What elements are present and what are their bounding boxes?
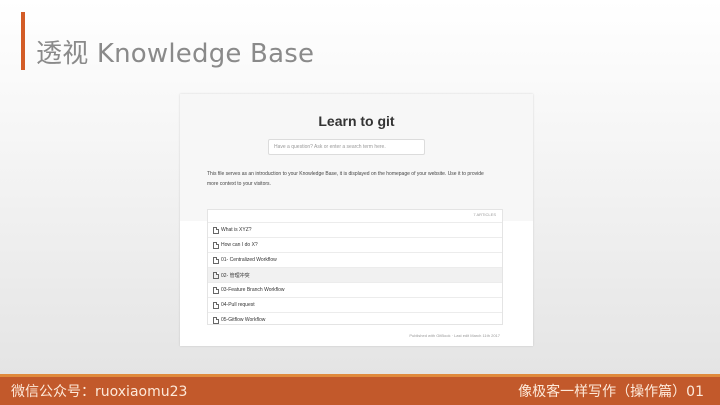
article-label: How can I do X? — [221, 242, 258, 248]
document-icon — [213, 226, 219, 234]
bottom-band: 微信公众号：ruoxiaomu23 像极客一样写作（操作篇）01 — [0, 374, 720, 405]
article-label: 05-Gitflow Workflow — [221, 317, 266, 323]
document-icon — [213, 271, 219, 279]
kb-title: Learn to git — [318, 113, 395, 129]
article-label: 03-Feature Branch Workflow — [221, 287, 285, 293]
knowledge-base-screenshot: Learn to git Have a question? Ask or ent… — [180, 94, 533, 346]
article-item[interactable]: What is XYZ? — [208, 222, 502, 237]
article-item[interactable]: 02- 管理冲突 — [208, 267, 502, 282]
intro-line-1: This file serves as an introduction to y… — [207, 171, 484, 177]
article-label: 01- Centralized Workflow — [221, 257, 277, 263]
document-icon — [213, 241, 219, 249]
article-item[interactable]: 05-Gitflow Workflow — [208, 312, 502, 327]
article-label: What is XYZ? — [221, 227, 252, 233]
articles-count: 7 ARTICLES — [473, 212, 496, 217]
article-item[interactable]: 04-Pull request — [208, 297, 502, 312]
document-icon — [213, 301, 219, 309]
articles-list: 7 ARTICLES What is XYZ? How can I do X? … — [207, 209, 503, 325]
article-label: 04-Pull request — [221, 302, 255, 308]
article-label: 02- 管理冲突 — [221, 272, 250, 279]
document-icon — [213, 256, 219, 264]
series-title-text: 像极客一样写作（操作篇）01 — [518, 384, 704, 400]
intro-line-2: more context to your visitors. — [207, 181, 271, 187]
document-icon — [213, 316, 219, 324]
title-accent-bar — [21, 12, 25, 70]
search-input[interactable]: Have a question? Ask or enter a search t… — [268, 139, 425, 155]
published-footer: Published with GitBook · Last edit March… — [409, 333, 500, 338]
article-item[interactable]: How can I do X? — [208, 237, 502, 252]
article-item[interactable]: 03-Feature Branch Workflow — [208, 282, 502, 297]
article-item[interactable]: 01- Centralized Workflow — [208, 252, 502, 267]
wechat-account-text: 微信公众号：ruoxiaomu23 — [11, 384, 188, 400]
intro-text: This file serves as an introduction to y… — [207, 169, 507, 189]
document-icon — [213, 286, 219, 294]
slide-title: 透视 Knowledge Base — [36, 39, 315, 69]
